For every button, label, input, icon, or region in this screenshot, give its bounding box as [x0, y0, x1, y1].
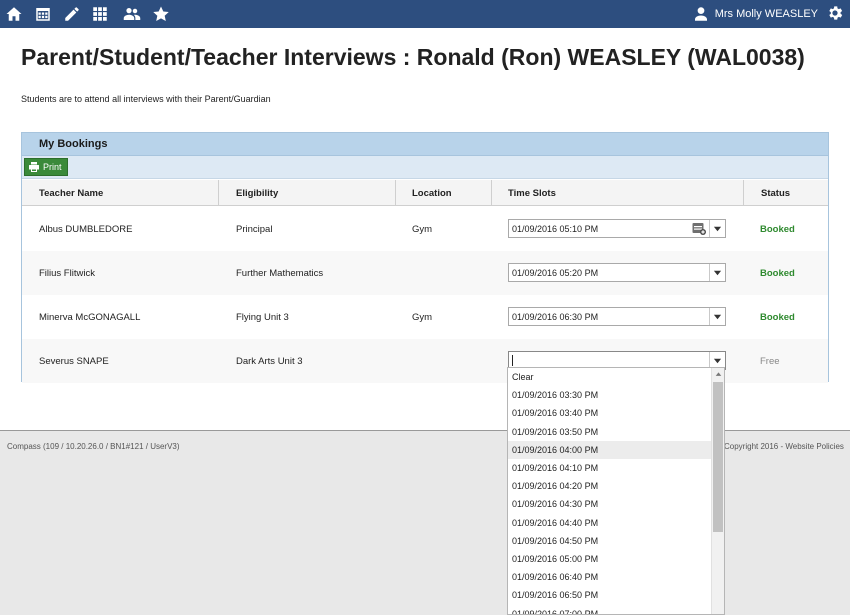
page-title: Parent/Student/Teacher Interviews : Rona…: [21, 44, 805, 70]
location: Gym: [412, 311, 433, 323]
dropdown-option[interactable]: 01/09/2016 06:50 PM: [508, 586, 711, 604]
time-slot-value: 01/09/2016 05:20 PM: [512, 268, 599, 278]
eligibility: Further Mathematics: [236, 267, 324, 279]
column-divider: [743, 180, 744, 206]
table-row: Filius Flitwick Further Mathematics 01/0…: [22, 251, 828, 295]
dropdown-option[interactable]: 01/09/2016 03:40 PM: [508, 404, 711, 422]
scroll-up-icon[interactable]: [712, 368, 724, 381]
column-header-time-slots[interactable]: Time Slots: [508, 180, 556, 206]
footer-copyright[interactable]: Copyright 2016 - Website Policies: [724, 442, 844, 451]
dropdown-option[interactable]: 01/09/2016 03:30 PM: [508, 386, 711, 404]
eligibility: Dark Arts Unit 3: [236, 355, 303, 367]
table-row: Albus DUMBLEDORE Principal Gym 01/09/201…: [22, 207, 828, 251]
column-divider: [491, 180, 492, 206]
location: Gym: [412, 223, 433, 235]
dropdown-option[interactable]: 01/09/2016 04:30 PM: [508, 495, 711, 513]
dropdown-option[interactable]: 01/09/2016 04:10 PM: [508, 459, 711, 477]
top-nav-bar: Mrs Molly WEASLEY: [0, 0, 850, 28]
status-badge: Free: [760, 355, 780, 367]
chevron-down-icon[interactable]: [709, 308, 725, 325]
time-slot-value: 01/09/2016 05:10 PM: [512, 224, 599, 234]
eligibility: Flying Unit 3: [236, 311, 289, 323]
chevron-down-icon[interactable]: [709, 264, 725, 281]
panel-toolbar: Print: [22, 156, 828, 179]
time-slot-dropdown: Clear 01/09/2016 03:30 PM 01/09/2016 03:40…: [507, 367, 725, 615]
user-icon: [694, 7, 707, 21]
column-header-teacher[interactable]: Teacher Name: [39, 180, 103, 206]
status-badge: Booked: [760, 311, 795, 323]
print-label: Print: [43, 162, 62, 172]
dropdown-option[interactable]: 01/09/2016 03:50 PM: [508, 423, 711, 441]
time-slot-select[interactable]: 01/09/2016 06:30 PM: [508, 307, 726, 326]
time-slot-value: 01/09/2016 06:30 PM: [512, 312, 599, 322]
people-icon[interactable]: [120, 4, 144, 24]
dropdown-option[interactable]: 01/09/2016 04:40 PM: [508, 514, 711, 532]
dropdown-scrollbar[interactable]: [711, 368, 724, 614]
column-divider: [395, 180, 396, 206]
teacher-name: Severus SNAPE: [39, 355, 109, 367]
footer-version: Compass (109 / 10.20.26.0 / BN1#121 / Us…: [7, 442, 180, 451]
dropdown-list: Clear 01/09/2016 03:30 PM 01/09/2016 03:40…: [508, 368, 711, 614]
print-button[interactable]: Print: [24, 158, 68, 176]
star-icon[interactable]: [151, 4, 171, 24]
gear-icon[interactable]: [826, 4, 846, 24]
dropdown-option[interactable]: 01/09/2016 07:00 PM: [508, 604, 711, 614]
teacher-name: Filius Flitwick: [39, 267, 95, 279]
chevron-down-icon[interactable]: [709, 220, 725, 237]
calendar-icon[interactable]: [33, 4, 53, 24]
dropdown-option[interactable]: 01/09/2016 04:20 PM: [508, 477, 711, 495]
teacher-name: Minerva McGONAGALL: [39, 311, 141, 323]
eligibility: Principal: [236, 223, 273, 235]
status-badge: Booked: [760, 267, 795, 279]
column-divider: [218, 180, 219, 206]
column-header-location[interactable]: Location: [412, 180, 452, 206]
dropdown-option[interactable]: 01/09/2016 05:00 PM: [508, 550, 711, 568]
column-header-status[interactable]: Status: [761, 180, 790, 206]
text-caret: [512, 355, 513, 366]
user-menu[interactable]: Mrs Molly WEASLEY: [692, 4, 818, 24]
attendance-notice: Students are to attend all interviews wi…: [21, 94, 271, 104]
calendar-add-icon[interactable]: [692, 222, 706, 235]
panel-title: My Bookings: [39, 138, 108, 150]
time-slot-select[interactable]: 01/09/2016 05:20 PM: [508, 263, 726, 282]
dropdown-option[interactable]: 01/09/2016 04:00 PM: [508, 440, 711, 459]
grid-icon[interactable]: [90, 4, 110, 24]
scroll-thumb[interactable]: [713, 382, 723, 532]
table-row: Minerva McGONAGALL Flying Unit 3 Gym 01/…: [22, 295, 828, 339]
my-bookings-panel: My Bookings Print Teacher Name Eligibili…: [21, 132, 829, 383]
user-name: Mrs Molly WEASLEY: [714, 8, 818, 20]
status-badge: Booked: [760, 223, 795, 235]
dropdown-clear-option[interactable]: Clear: [508, 368, 711, 386]
dropdown-option[interactable]: 01/09/2016 04:50 PM: [508, 532, 711, 550]
column-header-eligibility[interactable]: Eligibility: [236, 180, 278, 206]
time-slot-select[interactable]: 01/09/2016 05:10 PM: [508, 219, 726, 238]
panel-header: My Bookings: [22, 133, 828, 156]
dropdown-option[interactable]: 01/09/2016 06:40 PM: [508, 568, 711, 586]
teacher-name: Albus DUMBLEDORE: [39, 223, 133, 235]
pencil-icon[interactable]: [62, 4, 82, 24]
table-header: Teacher Name Eligibility Location Time S…: [22, 180, 828, 206]
printer-icon: [29, 162, 39, 172]
home-icon[interactable]: [4, 4, 24, 24]
